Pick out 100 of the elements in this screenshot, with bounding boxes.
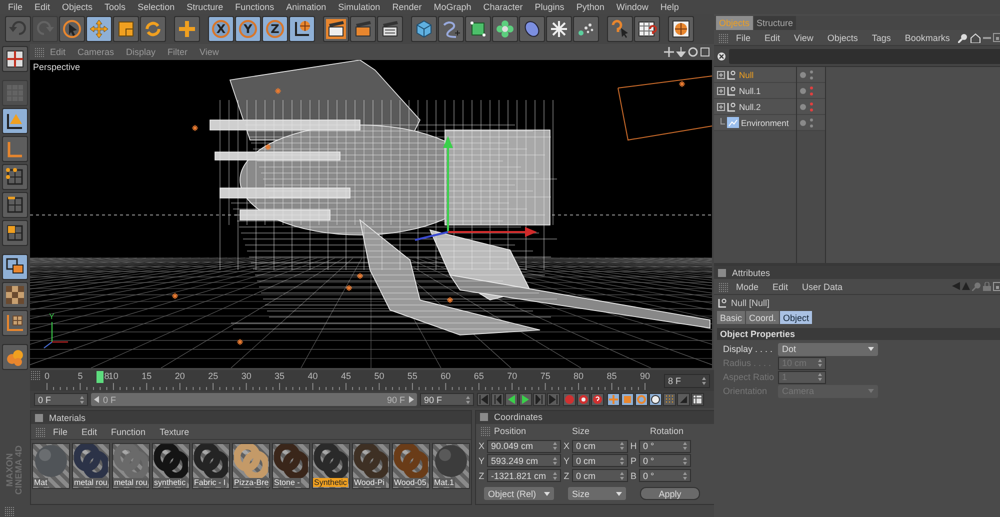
attribute-tab[interactable]: Coord.	[746, 311, 780, 324]
rotate-view-icon[interactable]	[688, 47, 698, 57]
help-button[interactable]	[607, 16, 633, 42]
spinner-icon[interactable]	[553, 442, 557, 450]
environment-button[interactable]	[546, 16, 572, 42]
spinner-icon[interactable]	[553, 456, 557, 465]
render-view-button[interactable]	[323, 16, 349, 42]
spinner-icon[interactable]	[553, 472, 557, 480]
apply-button[interactable]: Apply	[640, 487, 700, 500]
key-scale-button[interactable]	[621, 393, 634, 406]
coordinate-field[interactable]: 0 cm	[572, 440, 628, 453]
menu-item[interactable]: Edit	[44, 47, 72, 57]
home-icon[interactable]	[970, 32, 981, 42]
panel-menu-icon[interactable]	[992, 282, 1000, 291]
menu-item[interactable]: Plugins	[528, 2, 570, 12]
edges-mode-button[interactable]	[2, 192, 28, 218]
x-axis-button[interactable]: X	[208, 16, 234, 42]
layer-dot-icon[interactable]	[800, 88, 806, 94]
menu-item[interactable]: View	[788, 32, 820, 42]
spinner-icon[interactable]	[683, 456, 687, 465]
spinner-icon[interactable]	[620, 472, 624, 480]
panel-menu-icon[interactable]	[992, 32, 1000, 42]
spinner-icon[interactable]	[702, 376, 706, 384]
menu-item[interactable]: Selection	[132, 2, 181, 12]
y-axis-button[interactable]: Y	[235, 16, 261, 42]
menu-item[interactable]: View	[194, 47, 225, 57]
keyframe-help-button[interactable]	[591, 393, 604, 406]
material-swatch[interactable]: Stone -	[272, 443, 310, 489]
material-swatch[interactable]: Synthetic	[312, 443, 350, 489]
left-arrow-icon[interactable]	[94, 396, 99, 403]
material-swatch[interactable]: metal rou	[112, 443, 150, 489]
layer-dot-icon[interactable]	[800, 104, 806, 110]
menu-item[interactable]: Python	[570, 2, 610, 12]
menu-item[interactable]: Cameras	[72, 47, 120, 57]
menu-item[interactable]: Objects	[821, 32, 864, 42]
particles-button[interactable]	[573, 16, 599, 42]
move-view-icon[interactable]	[664, 47, 674, 57]
menu-item[interactable]: Bookmarks	[898, 32, 956, 42]
right-arrow-icon[interactable]	[409, 396, 414, 403]
search-icon[interactable]	[958, 32, 968, 42]
coordinate-field[interactable]: 0 °	[639, 440, 691, 453]
nurbs-button[interactable]	[465, 16, 491, 42]
coordinate-field[interactable]: 593.249 cm	[487, 454, 561, 468]
spinner-icon[interactable]	[466, 396, 470, 404]
deformer-button[interactable]	[519, 16, 545, 42]
menu-item[interactable]: Edit	[758, 32, 786, 42]
autokey-button[interactable]	[577, 393, 590, 406]
object-name[interactable]: Null.2	[739, 102, 761, 112]
material-swatch[interactable]: Wood-05	[392, 443, 430, 489]
menu-item[interactable]: Animation	[280, 2, 332, 12]
material-swatch[interactable]: Fabric - I	[192, 443, 230, 489]
render-settings-button[interactable]	[377, 16, 403, 42]
render-picture-viewer-button[interactable]	[350, 16, 376, 42]
menu-item[interactable]: Mode	[730, 282, 765, 292]
panel-tab[interactable]: Structure	[754, 16, 796, 30]
start-frame-field[interactable]: 0 F	[34, 393, 88, 406]
scale-tool-button[interactable]	[113, 16, 139, 42]
expand-icon[interactable]	[717, 70, 725, 78]
select-tool-button[interactable]	[59, 16, 85, 42]
menu-item[interactable]: Functions	[229, 2, 280, 12]
menu-item[interactable]: Edit	[28, 2, 56, 12]
material-swatch[interactable]: Mat.1	[432, 443, 470, 489]
spinner-icon[interactable]	[683, 472, 687, 480]
playhead-handle[interactable]	[96, 371, 104, 383]
spinner-icon[interactable]	[683, 442, 687, 450]
material-swatch[interactable]: synthetic	[152, 443, 190, 489]
points-mode-button[interactable]	[2, 164, 28, 190]
menu-item[interactable]: Texture	[154, 426, 196, 436]
go-to-end-button[interactable]	[547, 393, 560, 406]
menu-item[interactable]: Tools	[98, 2, 132, 12]
menu-item[interactable]: File	[730, 32, 757, 42]
browser-button[interactable]	[668, 16, 694, 42]
calendar-help-button[interactable]	[634, 16, 660, 42]
menu-item[interactable]: File	[47, 426, 74, 436]
menu-item[interactable]: Render	[386, 2, 428, 12]
key-points-button[interactable]	[663, 393, 676, 406]
menu-item[interactable]: Help	[654, 2, 685, 12]
coordinate-field[interactable]: -1321.821 cm	[487, 469, 561, 482]
coordinate-mode-dropdown[interactable]: Object (Rel)	[484, 487, 554, 500]
material-swatch[interactable]: metal rou	[72, 443, 110, 489]
material-swatch[interactable]: Mat	[32, 443, 70, 489]
maximize-icon[interactable]	[700, 47, 710, 57]
spline-button[interactable]	[438, 16, 464, 42]
axis-texture-button[interactable]	[2, 310, 28, 336]
move-tool-button[interactable]	[86, 16, 112, 42]
checker-button[interactable]	[2, 282, 28, 308]
add-button[interactable]	[174, 16, 200, 42]
coordinate-field[interactable]: 0 °	[639, 469, 691, 482]
z-axis-button[interactable]: Z	[262, 16, 288, 42]
visibility-dots-icon[interactable]	[810, 70, 813, 80]
size-mode-dropdown[interactable]: Size	[568, 487, 626, 500]
sculpt-button[interactable]	[2, 344, 28, 370]
rotate-tool-button[interactable]	[140, 16, 166, 42]
menu-item[interactable]: Display	[120, 47, 162, 57]
current-frame-field[interactable]: 8 F	[664, 374, 710, 388]
attribute-tab[interactable]: Object	[780, 311, 812, 324]
menu-item[interactable]: Function	[105, 426, 152, 436]
down-arrow-icon[interactable]	[676, 47, 686, 57]
spinner-icon[interactable]	[620, 442, 624, 450]
attribute-tab[interactable]: Basic	[717, 311, 746, 324]
